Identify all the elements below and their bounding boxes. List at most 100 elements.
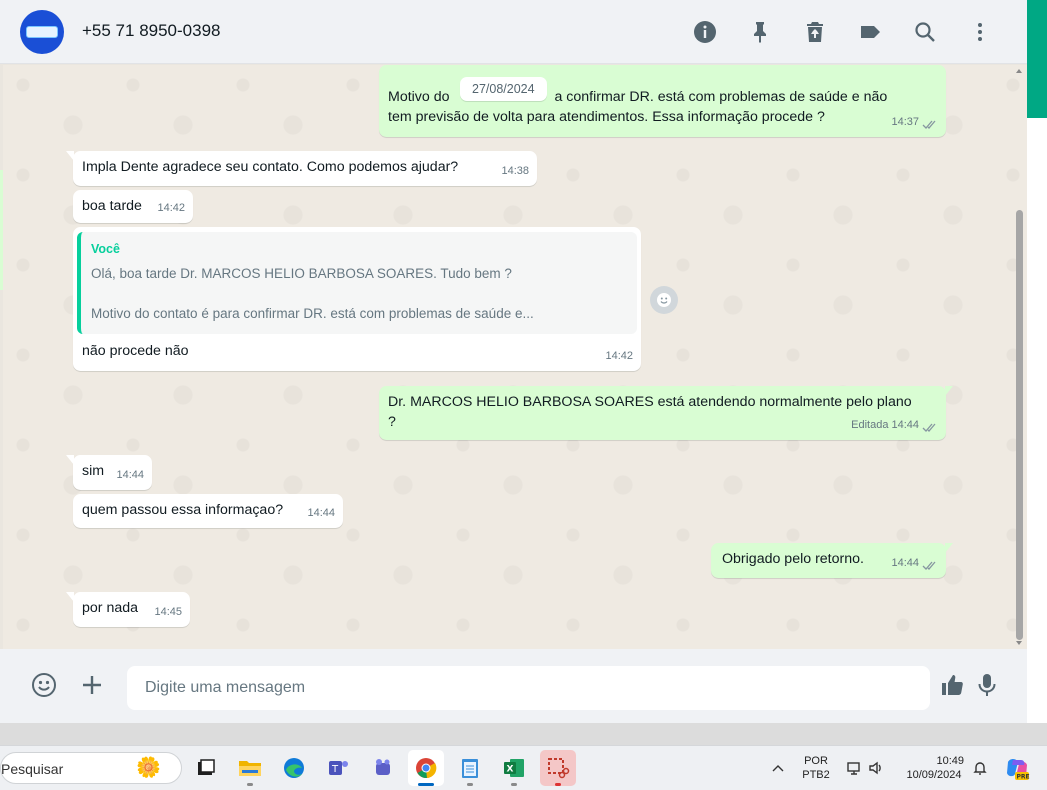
microphone-icon[interactable] xyxy=(971,669,1003,701)
language-code: POR xyxy=(804,755,828,767)
quoted-message[interactable]: Você Olá, boa tarde Dr. MARCOS HELIO BAR… xyxy=(77,232,637,334)
attach-plus-icon[interactable] xyxy=(76,669,108,701)
teams-work-icon[interactable]: T xyxy=(320,750,356,786)
emoji-icon[interactable] xyxy=(28,669,60,701)
network-icon[interactable] xyxy=(844,758,864,778)
notepad-icon[interactable] xyxy=(452,750,488,786)
delete-icon[interactable] xyxy=(787,12,842,52)
message-time: 14:44 xyxy=(891,557,919,569)
contact-avatar[interactable] xyxy=(20,10,64,54)
message-text: quem passou essa informaçao? xyxy=(82,502,284,518)
message-time: 14:44 xyxy=(891,419,919,431)
app-running-indicator xyxy=(511,783,517,786)
message-list[interactable]: Motivo do a confirmar DR. está com probl… xyxy=(3,65,1027,649)
message-time: 14:42 xyxy=(157,202,185,214)
search-highlight-flowers-icon: 🌼 xyxy=(136,757,161,779)
double-check-icon xyxy=(922,117,938,129)
edge-browser-icon[interactable] xyxy=(276,750,312,786)
quote-text: Motivo do contato é para confirmar DR. e… xyxy=(91,306,534,321)
message-bubble-reply[interactable]: Você Olá, boa tarde Dr. MARCOS HELIO BAR… xyxy=(73,227,641,371)
compose-bar xyxy=(0,649,1027,723)
double-check-icon xyxy=(922,558,938,570)
message-time: 14:45 xyxy=(154,606,182,618)
message-meta: 14:42 xyxy=(605,346,633,366)
message-text: a confirmar DR. está com problemas de sa… xyxy=(554,89,888,105)
message-text: não procede não xyxy=(82,343,189,359)
message-meta: 14:44 xyxy=(307,503,335,523)
message-bubble-incoming[interactable]: boa tarde 14:42 xyxy=(73,190,193,223)
message-bubble-incoming[interactable]: Impla Dente agradece seu contato. Como p… xyxy=(66,151,537,186)
taskbar-search-label: Pesquisar xyxy=(1,761,64,777)
message-text: por nada xyxy=(82,600,139,616)
header-actions xyxy=(677,0,1007,64)
avatar-logo-icon xyxy=(26,26,58,38)
input-language-indicator[interactable]: POR PTB2 xyxy=(800,754,832,782)
task-view-icon[interactable] xyxy=(188,750,224,786)
svg-text:T: T xyxy=(331,764,339,775)
double-check-icon xyxy=(922,420,938,432)
message-bubble-incoming[interactable]: quem passou essa informaçao? 14:44 xyxy=(73,494,343,528)
app-active-indicator xyxy=(418,783,434,786)
edited-label: Editada xyxy=(851,419,889,431)
label-icon[interactable] xyxy=(842,12,897,52)
side-panel-strip xyxy=(1027,118,1047,743)
message-bubble-outgoing[interactable]: Obrigado pelo retorno. 14:44 xyxy=(711,543,953,578)
message-text: Obrigado pelo retorno. xyxy=(722,551,864,567)
app-running-indicator xyxy=(467,783,473,786)
taskbar-search[interactable]: Pesquisar 🌼 xyxy=(0,752,182,784)
message-time: 14:37 xyxy=(891,116,919,128)
message-bubble-incoming[interactable]: sim 14:44 xyxy=(66,455,152,490)
copilot-badge: PRE xyxy=(1017,774,1030,781)
windows-taskbar: Pesquisar 🌼 T X POR PTB2 10:49 10/09/202… xyxy=(0,745,1047,790)
message-text: ? xyxy=(388,414,396,430)
side-accent-strip xyxy=(1027,0,1047,118)
svg-text:X: X xyxy=(507,765,514,775)
message-bubble-outgoing[interactable]: Dr. MARCOS HELIO BARBOSA SOARES está ate… xyxy=(379,386,953,440)
message-bubble-outgoing[interactable]: Motivo do a confirmar DR. está com probl… xyxy=(379,65,946,137)
chat-header: +55 71 8950-0398 xyxy=(0,0,1027,64)
volume-icon[interactable] xyxy=(866,758,886,778)
clock-date: 10/09/2024 xyxy=(906,769,962,781)
info-icon[interactable] xyxy=(677,12,732,52)
pin-icon[interactable] xyxy=(732,12,787,52)
message-meta: 14:44 xyxy=(891,553,938,573)
quote-spacer xyxy=(91,284,625,304)
chrome-browser-icon[interactable] xyxy=(408,750,444,786)
message-text: boa tarde xyxy=(82,198,142,214)
scroll-down-arrow-icon[interactable] xyxy=(1016,641,1022,645)
keyboard-layout: PTB2 xyxy=(802,769,830,781)
app-running-indicator xyxy=(555,783,561,786)
message-input[interactable] xyxy=(127,666,930,710)
chat-scrollbar[interactable] xyxy=(1016,65,1025,649)
snipping-tool-icon[interactable] xyxy=(540,750,576,786)
contact-name[interactable]: +55 71 8950-0398 xyxy=(82,21,221,41)
window-bottom-gap xyxy=(0,723,1047,745)
message-text: sim xyxy=(82,463,105,479)
scroll-thumb[interactable] xyxy=(1016,210,1023,640)
message-meta: Editada 14:44 xyxy=(851,415,938,435)
quote-text: Olá, boa tarde Dr. MARCOS HELIO BARBOSA … xyxy=(91,266,512,281)
date-chip: 27/08/2024 xyxy=(460,77,547,101)
scroll-up-arrow-icon[interactable] xyxy=(1016,69,1022,73)
message-time: 14:44 xyxy=(116,469,144,481)
teams-icon[interactable] xyxy=(364,750,400,786)
app-running-indicator xyxy=(247,783,253,786)
clock[interactable]: 10:49 10/09/2024 xyxy=(898,754,970,782)
message-time: 14:42 xyxy=(605,350,633,362)
menu-icon[interactable] xyxy=(952,12,1007,52)
notification-bell-icon[interactable] xyxy=(970,758,990,778)
search-icon[interactable] xyxy=(897,12,952,52)
quote-author: Você xyxy=(91,242,120,256)
file-explorer-icon[interactable] xyxy=(232,750,268,786)
thumbs-up-icon[interactable] xyxy=(936,669,968,701)
emoji-reaction-icon[interactable] xyxy=(650,286,678,314)
excel-icon[interactable]: X xyxy=(496,750,532,786)
message-bubble-incoming[interactable]: por nada 14:45 xyxy=(66,592,190,627)
message-meta: 14:38 xyxy=(501,161,529,181)
message-text: tem previsão de volta para atendimentos.… xyxy=(388,109,825,125)
message-meta: 14:44 xyxy=(116,465,144,485)
message-text: Dr. MARCOS HELIO BARBOSA SOARES está ate… xyxy=(388,394,912,410)
show-hidden-icons-chevron-up-icon[interactable] xyxy=(768,758,788,778)
copilot-icon[interactable]: PRE xyxy=(1004,756,1030,782)
message-meta: 14:37 xyxy=(891,112,938,132)
